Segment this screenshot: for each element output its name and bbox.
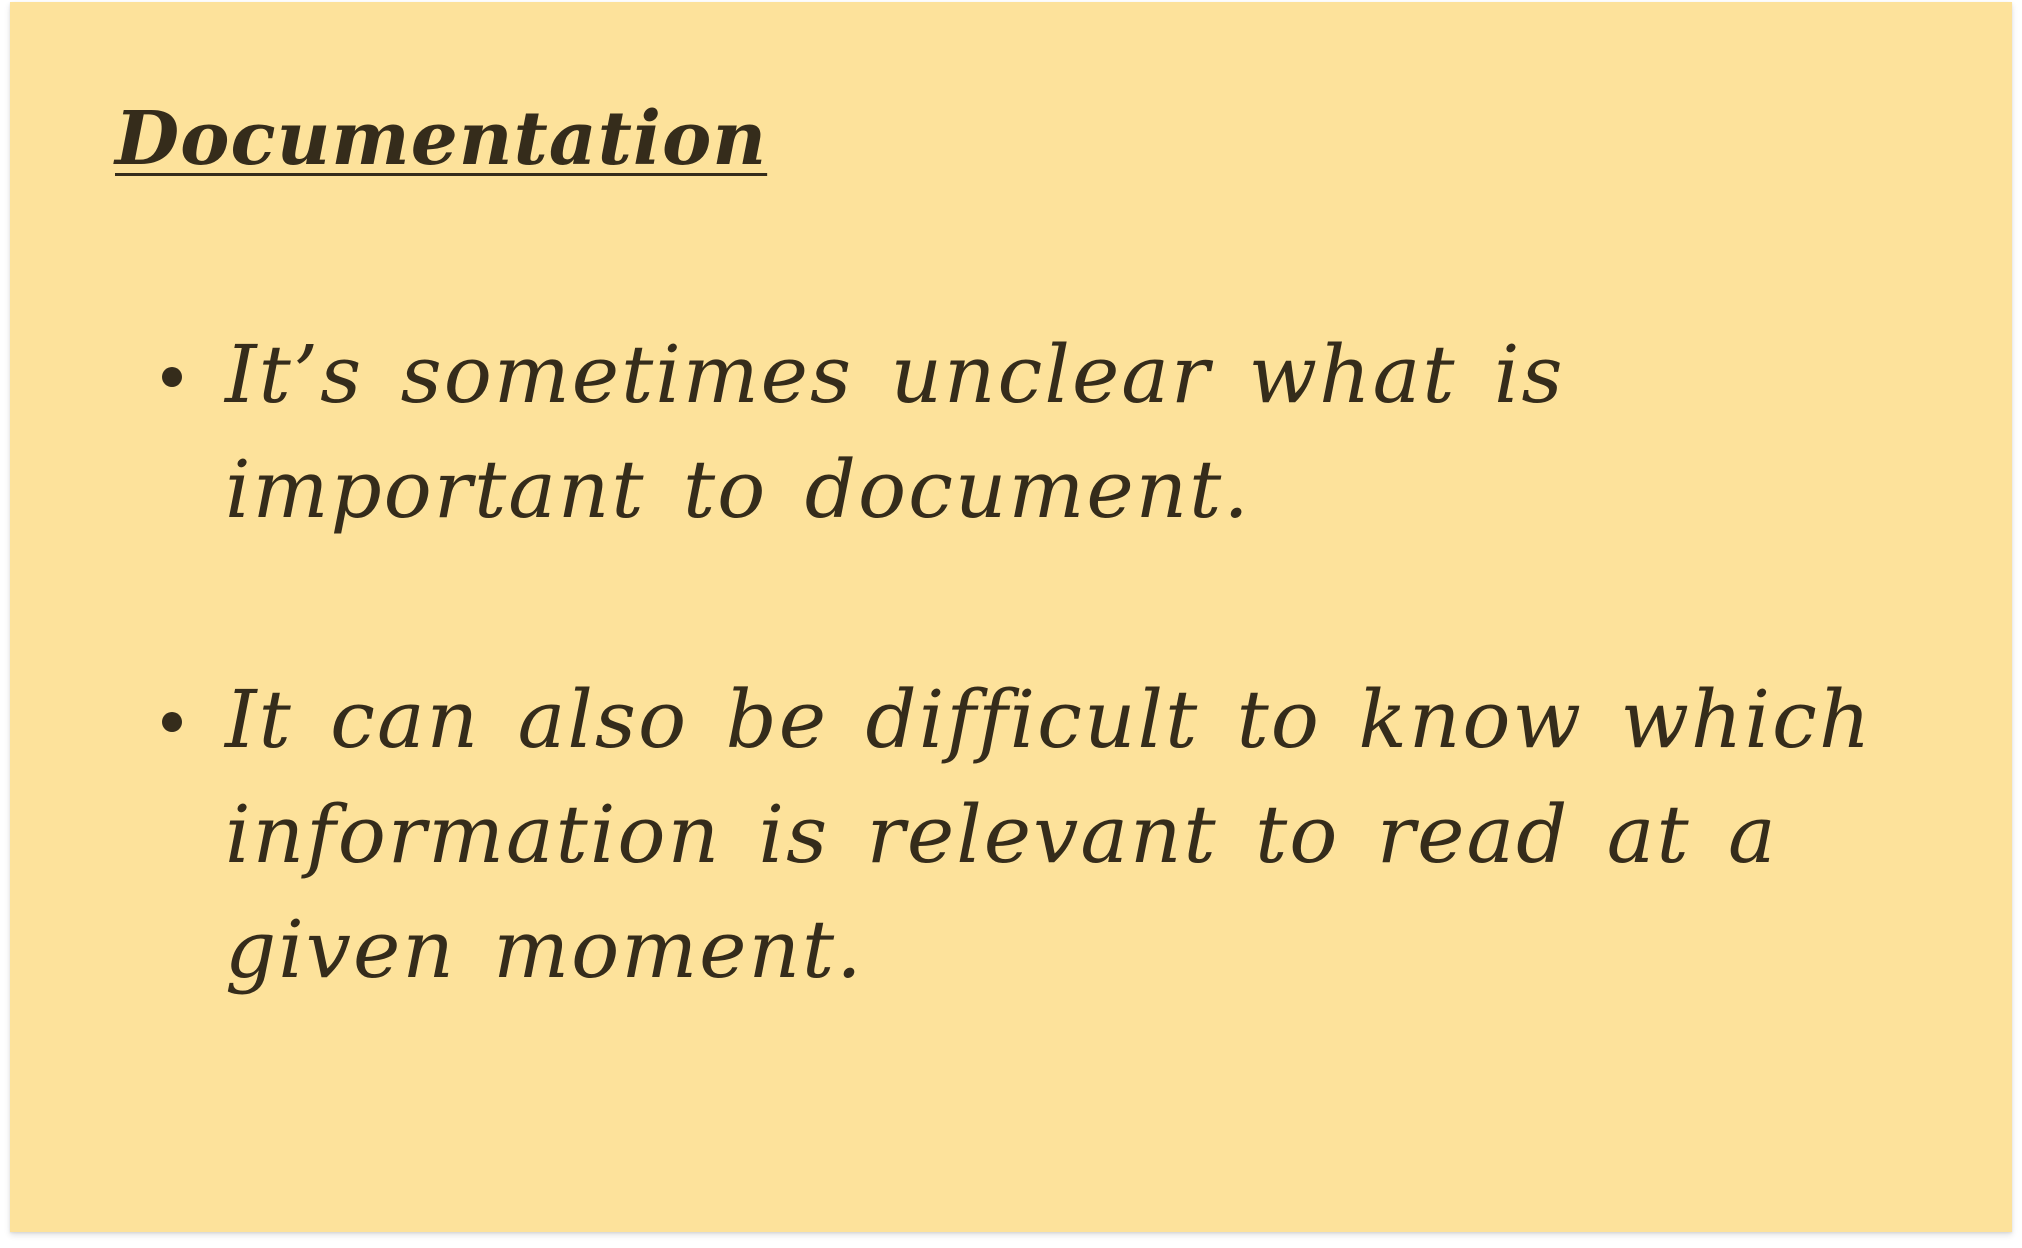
- bullet-list: It’s sometimes unclear what is important…: [10, 317, 1970, 1122]
- note-title: Documentation: [115, 96, 768, 182]
- sticky-note[interactable]: Documentation It’s sometimes unclear wha…: [10, 2, 2012, 1232]
- list-item: It’s sometimes unclear what is important…: [10, 317, 1970, 547]
- list-item: It can also be difficult to know which i…: [10, 662, 1970, 1007]
- bullet-dot-icon: [162, 367, 182, 387]
- bullet-dot-icon: [162, 712, 182, 732]
- bullet-text: It’s sometimes unclear what is important…: [225, 328, 1565, 536]
- bullet-text: It can also be difficult to know which i…: [225, 673, 1873, 996]
